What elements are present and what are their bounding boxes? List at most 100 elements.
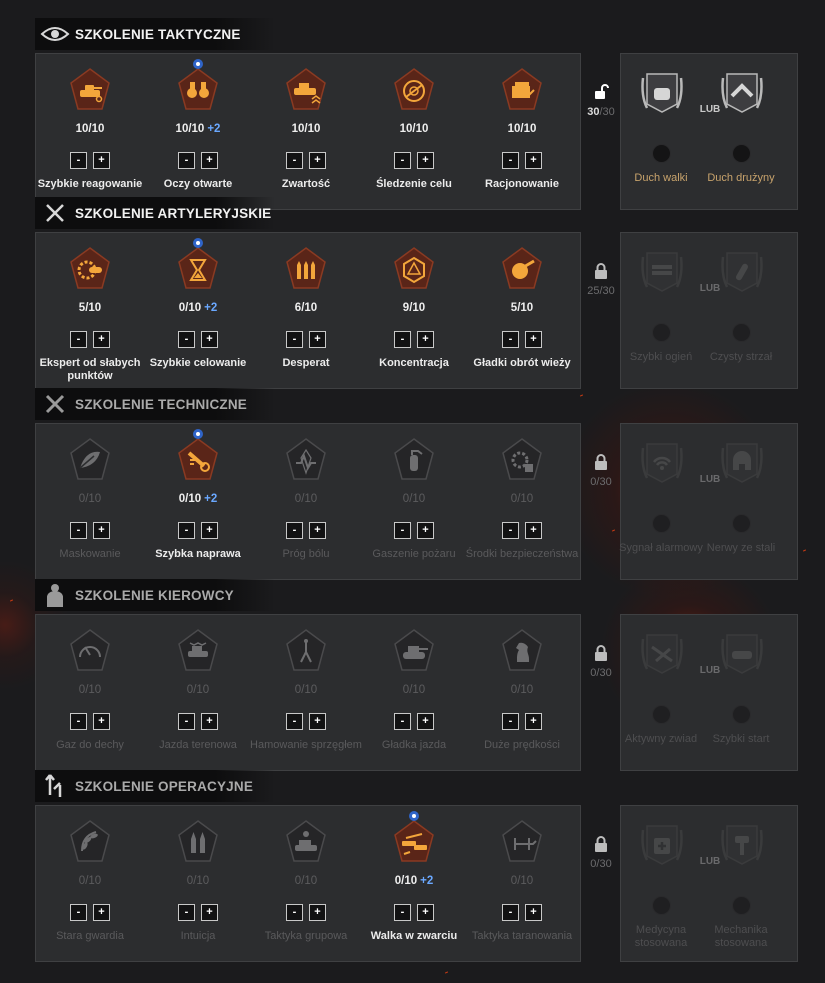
increase-button[interactable]: + bbox=[201, 152, 218, 169]
increase-button[interactable]: + bbox=[93, 331, 110, 348]
skill-stepper: - + bbox=[502, 904, 542, 921]
perk-name: Duch walki bbox=[634, 172, 688, 184]
increase-button[interactable]: + bbox=[309, 713, 326, 730]
increase-button[interactable]: + bbox=[525, 152, 542, 169]
increase-button[interactable]: + bbox=[417, 331, 434, 348]
skill-card[interactable]: 0/10 - + Taktyka taranowania bbox=[468, 810, 576, 960]
skill-card[interactable]: 0/10 +2 - + Walka w zwarciu bbox=[360, 810, 468, 960]
skill-card[interactable]: 6/10 - + Desperat bbox=[252, 237, 360, 387]
perk-option[interactable]: Duch walki bbox=[621, 66, 701, 206]
perk-radio[interactable] bbox=[652, 323, 671, 342]
decrease-button[interactable]: - bbox=[178, 522, 195, 539]
perk-radio[interactable] bbox=[652, 705, 671, 724]
decrease-button[interactable]: - bbox=[70, 522, 87, 539]
decrease-button[interactable]: - bbox=[70, 713, 87, 730]
perk-radio[interactable] bbox=[732, 705, 751, 724]
decrease-button[interactable]: - bbox=[394, 331, 411, 348]
perk-radio[interactable] bbox=[732, 144, 751, 163]
increase-button[interactable]: + bbox=[93, 713, 110, 730]
increase-button[interactable]: + bbox=[525, 331, 542, 348]
decrease-button[interactable]: - bbox=[178, 713, 195, 730]
decrease-button[interactable]: - bbox=[286, 152, 303, 169]
decrease-button[interactable]: - bbox=[286, 904, 303, 921]
increase-button[interactable]: + bbox=[93, 904, 110, 921]
perk-option[interactable]: Czysty strzał bbox=[701, 245, 781, 385]
increase-button[interactable]: + bbox=[417, 713, 434, 730]
perk-option[interactable]: Szybki ogień bbox=[621, 245, 701, 385]
skill-card[interactable]: 5/10 - + Ekspert od słabych punktów bbox=[36, 237, 144, 387]
decrease-button[interactable]: - bbox=[70, 331, 87, 348]
increase-button[interactable]: + bbox=[93, 522, 110, 539]
skill-card[interactable]: 0/10 - + Maskowanie bbox=[36, 428, 144, 578]
skill-card[interactable]: 0/10 - + Intuicja bbox=[144, 810, 252, 960]
skill-card[interactable]: 0/10 - + Duże prędkości bbox=[468, 619, 576, 769]
skill-card[interactable]: 10/10 - + Zwartość bbox=[252, 58, 360, 208]
skill-card[interactable]: 0/10 +2 - + Szybka naprawa bbox=[144, 428, 252, 578]
increase-button[interactable]: + bbox=[417, 152, 434, 169]
skill-card[interactable]: 9/10 - + Koncentracja bbox=[360, 237, 468, 387]
perk-option[interactable]: Nerwy ze stali bbox=[701, 436, 781, 576]
skill-card[interactable]: 0/10 - + Jazda terenowa bbox=[144, 619, 252, 769]
decrease-button[interactable]: - bbox=[70, 152, 87, 169]
increase-button[interactable]: + bbox=[309, 904, 326, 921]
decrease-button[interactable]: - bbox=[502, 522, 519, 539]
perk-radio[interactable] bbox=[652, 896, 671, 915]
increase-button[interactable]: + bbox=[525, 904, 542, 921]
increase-button[interactable]: + bbox=[201, 331, 218, 348]
decrease-button[interactable]: - bbox=[286, 713, 303, 730]
perk-radio[interactable] bbox=[652, 144, 671, 163]
skill-card[interactable]: 0/10 - + Gładka jazda bbox=[360, 619, 468, 769]
skill-level: 0/10 bbox=[360, 493, 468, 505]
increase-button[interactable]: + bbox=[525, 713, 542, 730]
increase-button[interactable]: + bbox=[417, 904, 434, 921]
skill-card[interactable]: 0/10 - + Stara gwardia bbox=[36, 810, 144, 960]
increase-button[interactable]: + bbox=[417, 522, 434, 539]
skill-card[interactable]: 10/10 - + Racjonowanie bbox=[468, 58, 576, 208]
perk-option[interactable]: Szybki start bbox=[701, 627, 781, 767]
skill-card[interactable]: 0/10 - + Taktyka grupowa bbox=[252, 810, 360, 960]
skill-card[interactable]: 0/10 - + Środki bezpieczeństwa bbox=[466, 428, 578, 578]
increase-button[interactable]: + bbox=[201, 904, 218, 921]
perk-radio[interactable] bbox=[652, 514, 671, 533]
perk-radio[interactable] bbox=[732, 514, 751, 533]
decrease-button[interactable]: - bbox=[286, 331, 303, 348]
skill-name: Gaszenie pożaru bbox=[372, 548, 456, 560]
skill-card[interactable]: 10/10 - + Szybkie reagowanie bbox=[36, 58, 144, 208]
perk-radio[interactable] bbox=[732, 323, 751, 342]
skill-card[interactable]: 0/10 - + Gaz do dechy bbox=[36, 619, 144, 769]
decrease-button[interactable]: - bbox=[394, 904, 411, 921]
skill-card[interactable]: 5/10 - + Gładki obrót wieży bbox=[468, 237, 576, 387]
perk-option[interactable]: Aktywny zwiad bbox=[621, 627, 701, 767]
increase-button[interactable]: + bbox=[201, 713, 218, 730]
decrease-button[interactable]: - bbox=[502, 331, 519, 348]
increase-button[interactable]: + bbox=[309, 522, 326, 539]
decrease-button[interactable]: - bbox=[394, 713, 411, 730]
skill-stepper: - + bbox=[502, 152, 542, 169]
decrease-button[interactable]: - bbox=[394, 522, 411, 539]
perk-option[interactable]: Duch drużyny bbox=[701, 66, 781, 206]
skill-card[interactable]: 0/10 - + Hamowanie sprzęgłem bbox=[250, 619, 362, 769]
decrease-button[interactable]: - bbox=[286, 522, 303, 539]
increase-button[interactable]: + bbox=[93, 152, 110, 169]
increase-button[interactable]: + bbox=[309, 331, 326, 348]
decrease-button[interactable]: - bbox=[502, 713, 519, 730]
decrease-button[interactable]: - bbox=[178, 904, 195, 921]
decrease-button[interactable]: - bbox=[178, 331, 195, 348]
perk-radio[interactable] bbox=[732, 896, 751, 915]
skill-card[interactable]: 0/10 - + Gaszenie pożaru bbox=[360, 428, 468, 578]
perk-option[interactable]: Mechanika stosowana bbox=[701, 818, 781, 958]
perk-option[interactable]: Medycyna stosowana bbox=[621, 818, 701, 958]
perk-option[interactable]: Sygnał alarmowy bbox=[619, 436, 703, 576]
decrease-button[interactable]: - bbox=[502, 904, 519, 921]
decrease-button[interactable]: - bbox=[394, 152, 411, 169]
skill-card[interactable]: 10/10 +2 - + Oczy otwarte bbox=[144, 58, 252, 208]
increase-button[interactable]: + bbox=[201, 522, 218, 539]
decrease-button[interactable]: - bbox=[178, 152, 195, 169]
skill-card[interactable]: 0/10 - + Próg bólu bbox=[252, 428, 360, 578]
increase-button[interactable]: + bbox=[525, 522, 542, 539]
decrease-button[interactable]: - bbox=[502, 152, 519, 169]
skill-card[interactable]: 10/10 - + Śledzenie celu bbox=[360, 58, 468, 208]
increase-button[interactable]: + bbox=[309, 152, 326, 169]
skill-card[interactable]: 0/10 +2 - + Szybkie celowanie bbox=[144, 237, 252, 387]
decrease-button[interactable]: - bbox=[70, 904, 87, 921]
